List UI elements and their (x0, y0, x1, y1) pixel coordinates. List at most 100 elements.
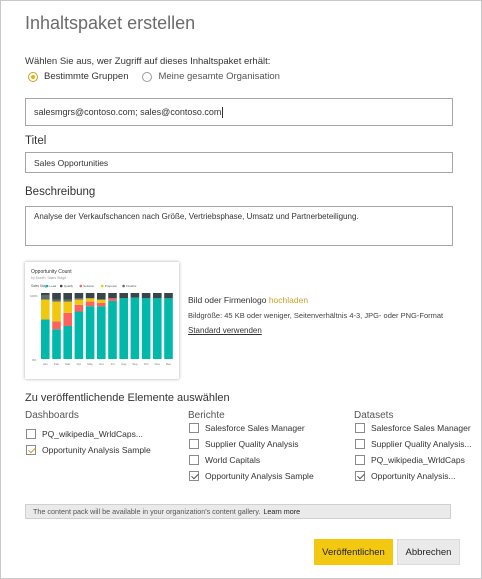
thumbnail-bar-segment (97, 302, 106, 307)
thumbnail-legend-swatch (59, 284, 63, 288)
dataset-item[interactable]: Salesforce Sales Manager (355, 423, 471, 433)
learn-more-link[interactable]: Learn more (263, 507, 300, 516)
thumbnail-legend-swatch (45, 284, 49, 288)
report-checkbox[interactable] (189, 423, 199, 433)
thumbnail-chart-subtitle: by Month, Sales Stage (31, 276, 66, 280)
thumbnail-bar-segment (74, 298, 84, 300)
dataset-item[interactable]: PQ_wikipedia_WrldCaps (355, 455, 465, 465)
report-checkbox[interactable] (189, 439, 199, 449)
thumbnail-legend-swatch (122, 284, 125, 288)
thumbnail-bar-segment (41, 319, 50, 359)
title-label: Titel (25, 135, 47, 147)
radio-entire-org-label[interactable]: Meine gesamte Organisation (158, 71, 279, 82)
thumbnail-bar-segment (97, 299, 106, 303)
dataset-checkbox[interactable] (355, 423, 365, 433)
thumbnail-bar-segment (119, 298, 128, 359)
title-input-value: Sales Opportunities (34, 157, 109, 168)
report-item[interactable]: World Capitals (189, 455, 260, 465)
description-label: Beschreibung (25, 186, 96, 198)
description-value: Analyse der Verkaufschancen nach Größe, … (34, 212, 359, 221)
report-checkbox[interactable] (189, 455, 199, 465)
dataset-item-label: PQ_wikipedia_WrldCaps (371, 455, 465, 465)
logo-upload-text: Bild oder Firmenlogo hochladen (188, 295, 308, 305)
thumbnail-legend-label: Solution (83, 284, 94, 288)
dashboard-item-label: PQ_wikipedia_WrldCaps... (42, 429, 143, 439)
dashboard-checkbox[interactable] (26, 429, 36, 439)
radio-option-org[interactable]: Meine gesamte Organisation (142, 71, 280, 82)
thumbnail-bars (41, 293, 173, 359)
report-item[interactable]: Opportunity Analysis Sample (189, 471, 314, 481)
thumbnail-month-label: Sep (132, 362, 138, 366)
thumbnail-bar-segment (52, 293, 61, 300)
thumbnail-month-label: Oct (144, 362, 149, 366)
thumbnail-y-bottom: 0% (32, 358, 37, 362)
dashboard-item[interactable]: PQ_wikipedia_WrldCaps... (26, 429, 143, 439)
dashboard-checkbox[interactable] (26, 445, 36, 455)
thumbnail-month-label: Dec (166, 362, 172, 366)
thumbnail-bar-segment (41, 293, 50, 295)
datasets-heading: Datasets (354, 410, 394, 421)
thumbnail-bar-segment (108, 293, 117, 299)
thumbnail-bar-segment (153, 298, 162, 359)
radio-entire-org[interactable] (142, 71, 153, 82)
title-input[interactable]: Sales Opportunities (25, 152, 453, 173)
use-default-link[interactable]: Standard verwenden (188, 326, 262, 335)
thumbnail-bar-segment (74, 293, 84, 299)
dataset-checkbox[interactable] (355, 439, 365, 449)
logo-requirements: Bildgröße: 45 KB oder weniger, Seitenver… (188, 311, 444, 320)
report-item[interactable]: Supplier Quality Analysis (189, 439, 299, 449)
thumbnail-bar-segment (164, 298, 173, 359)
thumbnail-bar-segment (52, 329, 61, 359)
thumbnail-bar-segment (130, 293, 140, 298)
publish-button[interactable]: Veröffentlichen (314, 539, 393, 565)
thumbnail-y-top: 100% (30, 294, 38, 298)
description-textarea[interactable]: Analyse der Verkaufschancen nach Größe, … (25, 206, 453, 246)
thumbnail-bar-segment (119, 293, 128, 299)
thumbnail-bar-segment (85, 293, 95, 299)
gallery-notice-text: The content pack will be available in yo… (33, 507, 261, 516)
upload-logo-link[interactable]: hochladen (269, 295, 308, 305)
radio-specific-groups-label[interactable]: Bestimmte Gruppen (44, 71, 128, 82)
dataset-checkbox[interactable] (355, 455, 365, 465)
content-pack-thumbnail: Opportunity Count by Month, Sales Stage … (25, 262, 179, 379)
thumbnail-bar-segment (63, 326, 72, 359)
thumbnail-bar-segment (74, 311, 84, 359)
report-item-label: Salesforce Sales Manager (205, 423, 305, 433)
thumbnail-legend-label: Proposal (105, 284, 117, 288)
thumbnail-chart-title: Opportunity Count (31, 269, 72, 275)
thumbnail-bar-segment (164, 293, 173, 299)
report-item-label: World Capitals (205, 455, 261, 465)
thumbnail-legend-label: Qualify (64, 284, 74, 288)
thumbnail-bar-segment (153, 293, 162, 299)
dashboard-item[interactable]: Opportunity Analysis Sample (26, 445, 151, 455)
thumbnail-bar-segment (74, 299, 84, 305)
thumbnail-bar-segment (141, 293, 151, 299)
dataset-checkbox[interactable] (355, 471, 365, 481)
thumbnail-month-label: Jul (111, 362, 115, 366)
reports-heading: Berichte (188, 410, 225, 421)
dataset-item[interactable]: Opportunity Analysis... (355, 471, 456, 481)
radio-specific-groups[interactable] (28, 71, 38, 82)
thumbnail-bar-segment (108, 298, 117, 301)
thumbnail-bar-segment (63, 301, 72, 313)
thumbnail-bar-segment (63, 312, 72, 326)
email-input[interactable]: salesmgrs@contoso.com; sales@contoso.com (25, 98, 453, 126)
report-item-label: Opportunity Analysis Sample (205, 471, 314, 481)
thumbnail-month-label: Aug (121, 362, 127, 366)
thumbnail-month-label: Jan (43, 362, 48, 366)
create-content-pack-dialog: Inhaltspaket erstellen Wählen Sie aus, w… (0, 0, 482, 579)
thumbnail-bar-segment (108, 300, 117, 359)
report-item[interactable]: Salesforce Sales Manager (189, 423, 305, 433)
dataset-item[interactable]: Supplier Quality Analysis... (355, 439, 472, 449)
thumbnail-month-label: Mar (65, 362, 70, 366)
gallery-notice: The content pack will be available in yo… (25, 504, 451, 519)
report-checkbox[interactable] (189, 471, 199, 481)
select-items-heading: Zu veröffentlichende Elemente auswählen (25, 392, 230, 404)
cancel-button[interactable]: Abbrechen (397, 539, 460, 565)
thumbnail-bar-segment (52, 321, 61, 330)
thumbnail-x-labels: Jan Feb Mar Apr May Jun Jul Aug Sep Oct Nov Dec (43, 362, 172, 366)
thumbnail-bar-segment (85, 301, 95, 307)
dashboard-item-label: Opportunity Analysis Sample (42, 445, 151, 455)
dialog-title: Inhaltspaket erstellen (25, 13, 196, 33)
thumbnail-legend-label: Lead (50, 284, 57, 288)
